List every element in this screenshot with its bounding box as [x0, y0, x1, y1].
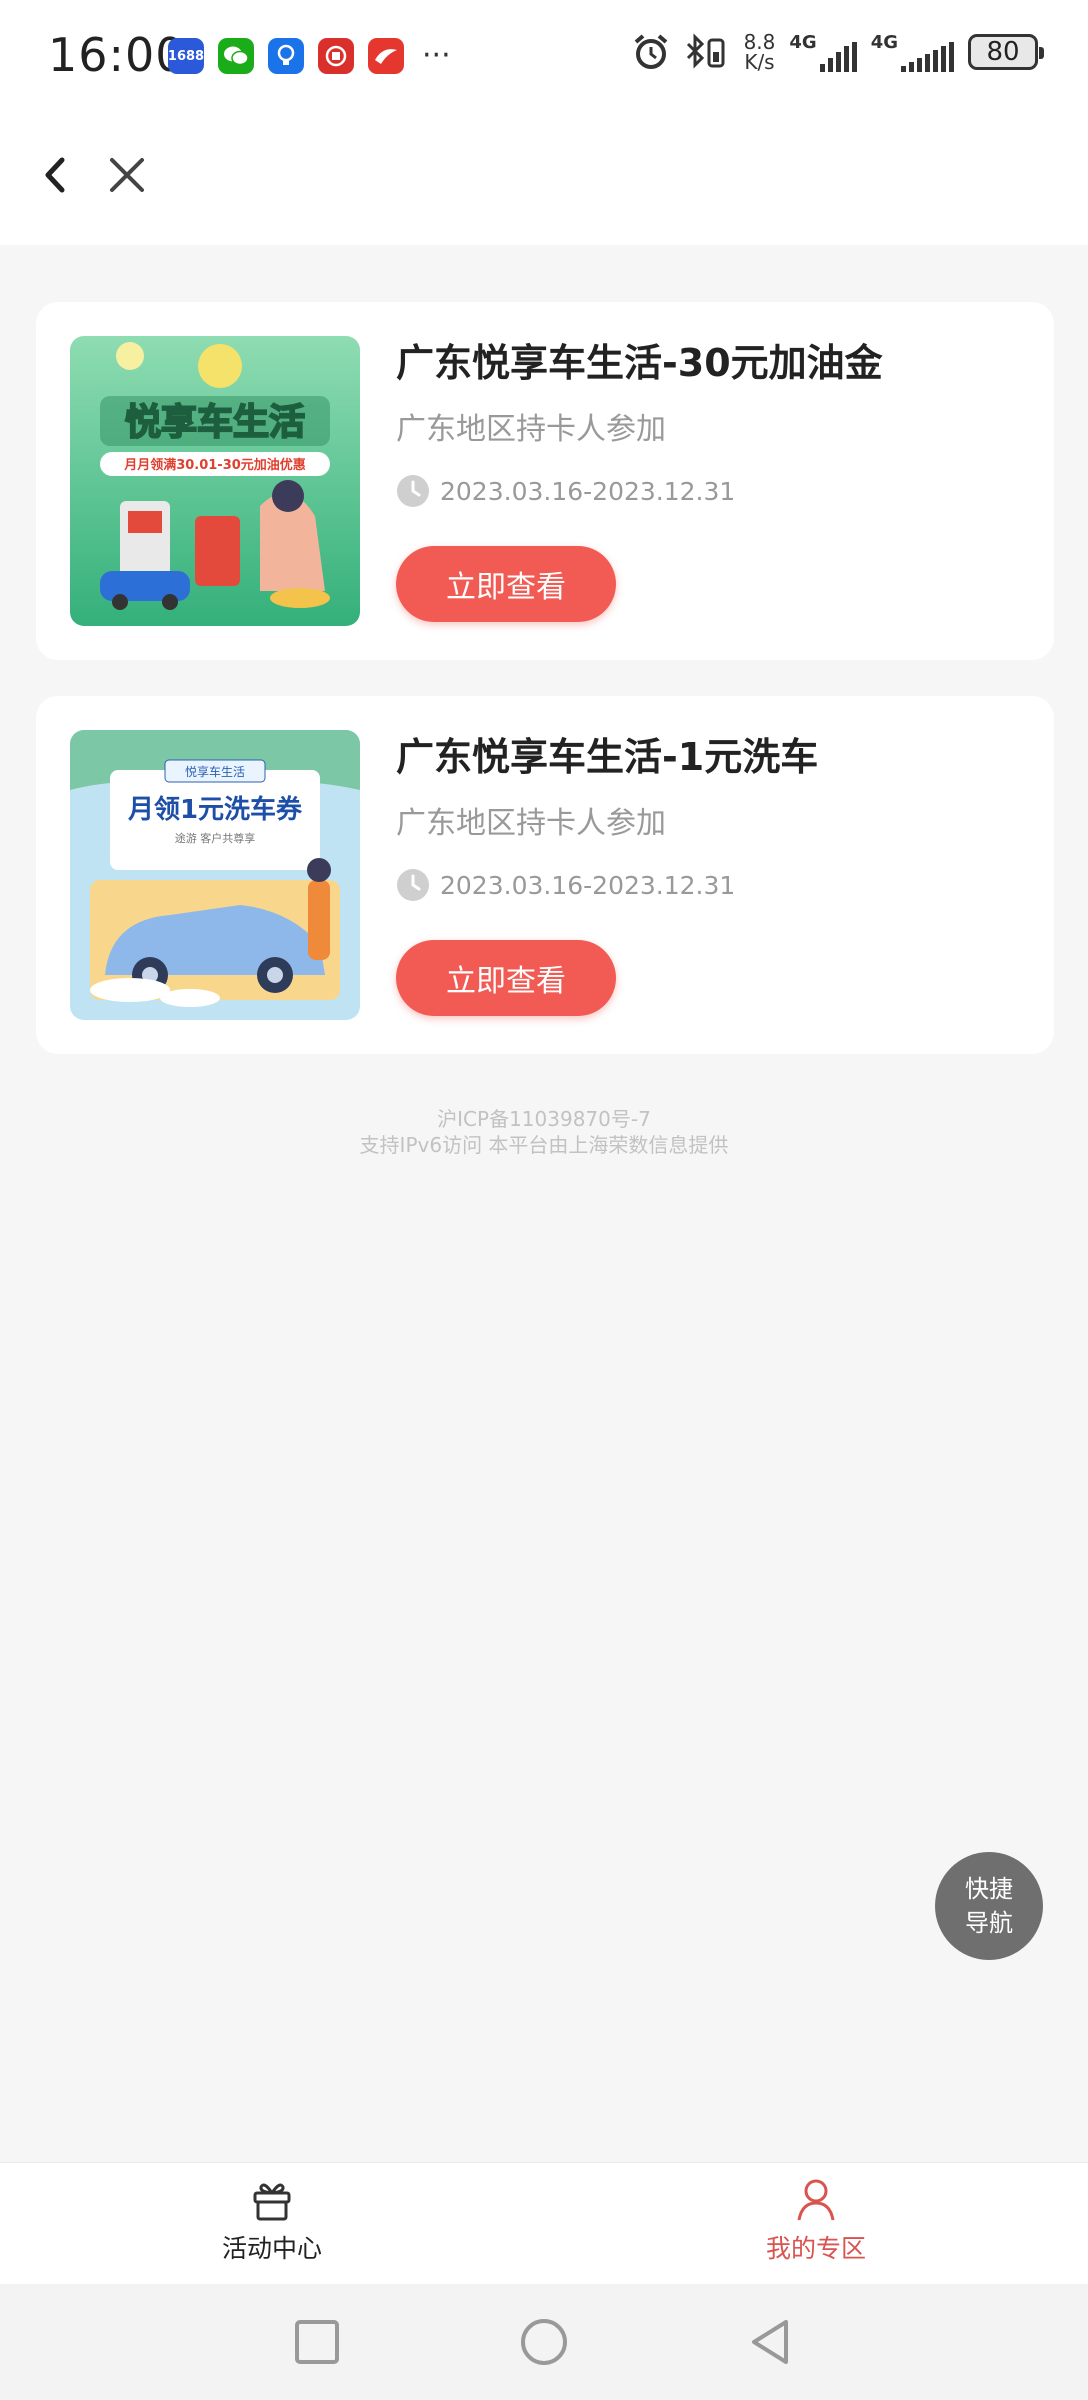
status-indicators: 8.8 K/s 4G 4G 80 — [632, 30, 1044, 74]
clock-icon — [397, 475, 429, 507]
card-date: 2023.03.16-2023.12.31 — [396, 474, 735, 508]
recent-apps-square-icon[interactable] — [289, 2314, 345, 2370]
icp-number: 沪ICP备11039870号-7 — [437, 1107, 651, 1131]
activity-card-carwash[interactable]: 悦享车生活 月领1元洗车券 途游 客户共尊享 广东悦享车生活-1元洗车 广东地区… — [36, 696, 1054, 1054]
red-bank-app-icon — [368, 38, 404, 74]
wechat-app-icon — [218, 38, 254, 74]
view-now-button[interactable]: 立即查看 — [396, 940, 616, 1016]
fuel-promo-thumbnail[interactable]: 悦享车生活 月月领满30.01-30元加油优惠 — [70, 336, 360, 626]
tab-activity-center[interactable]: 活动中心 — [172, 2177, 372, 2277]
svg-text:途游 客户共尊享: 途游 客户共尊享 — [175, 831, 256, 845]
tab-label: 活动中心 — [221, 2234, 322, 2263]
home-circle-icon[interactable] — [516, 2314, 572, 2370]
svg-text:悦享车生活: 悦享车生活 — [125, 402, 305, 443]
svg-text:月月领满30.01-30元加油优惠: 月月领满30.01-30元加油优惠 — [123, 457, 306, 473]
quick-nav-button[interactable]: 快捷 导航 — [935, 1852, 1043, 1960]
gift-icon — [253, 2183, 291, 2221]
svg-text:悦享车生活: 悦享车生活 — [185, 764, 245, 779]
more-notifications-icon: ··· — [422, 38, 451, 73]
bluetooth-vibrate-icon — [686, 33, 725, 69]
svg-text:月领1元洗车券: 月领1元洗车券 — [127, 794, 303, 825]
network-speed: 8.8 K/s — [743, 30, 776, 74]
system-navigation-bar — [0, 2284, 1088, 2400]
blue-app-icon — [268, 38, 304, 74]
card-title: 广东悦享车生活-30元加油金 — [396, 341, 883, 385]
status-bar: 16:00 1688 ··· 8.8 K/s 4G 4G 80 — [0, 0, 1088, 110]
tab-my-zone[interactable]: 我的专区 — [716, 2177, 916, 2277]
card-date: 2023.03.16-2023.12.31 — [396, 868, 735, 902]
signal-4g-2: 4G — [871, 32, 954, 72]
top-nav-bar — [0, 110, 1088, 245]
person-icon — [797, 2179, 835, 2221]
clock-icon — [397, 869, 429, 901]
bottom-tab-bar: 活动中心 我的专区 — [0, 2162, 1088, 2284]
status-time: 16:00 — [48, 28, 186, 82]
battery-indicator: 80 — [968, 34, 1044, 70]
platform-support-text: 支持IPv6访问 本平台由上海荣数信息提供 — [359, 1133, 729, 1157]
footer-note: 沪ICP备11039870号-7 支持IPv6访问 本平台由上海荣数信息提供 — [0, 1106, 1088, 1158]
back-triangle-icon[interactable] — [742, 2314, 798, 2370]
close-icon[interactable] — [102, 150, 152, 200]
1688-app-icon: 1688 — [168, 38, 204, 74]
card-title: 广东悦享车生活-1元洗车 — [396, 735, 819, 779]
signal-4g-1: 4G — [789, 32, 857, 72]
card-subtitle: 广东地区持卡人参加 — [396, 806, 666, 841]
notification-icons: 1688 ··· — [168, 38, 451, 74]
back-arrow-icon[interactable] — [30, 150, 80, 200]
alarm-icon — [634, 34, 667, 69]
carwash-promo-thumbnail[interactable]: 悦享车生活 月领1元洗车券 途游 客户共尊享 — [70, 730, 360, 1020]
tab-label: 我的专区 — [765, 2234, 866, 2263]
red-app-icon — [318, 38, 354, 74]
card-subtitle: 广东地区持卡人参加 — [396, 412, 666, 447]
view-now-button[interactable]: 立即查看 — [396, 546, 616, 622]
activity-card-fuel[interactable]: 悦享车生活 月月领满30.01-30元加油优惠 广东悦享车生活-30元加油金 广… — [36, 302, 1054, 660]
